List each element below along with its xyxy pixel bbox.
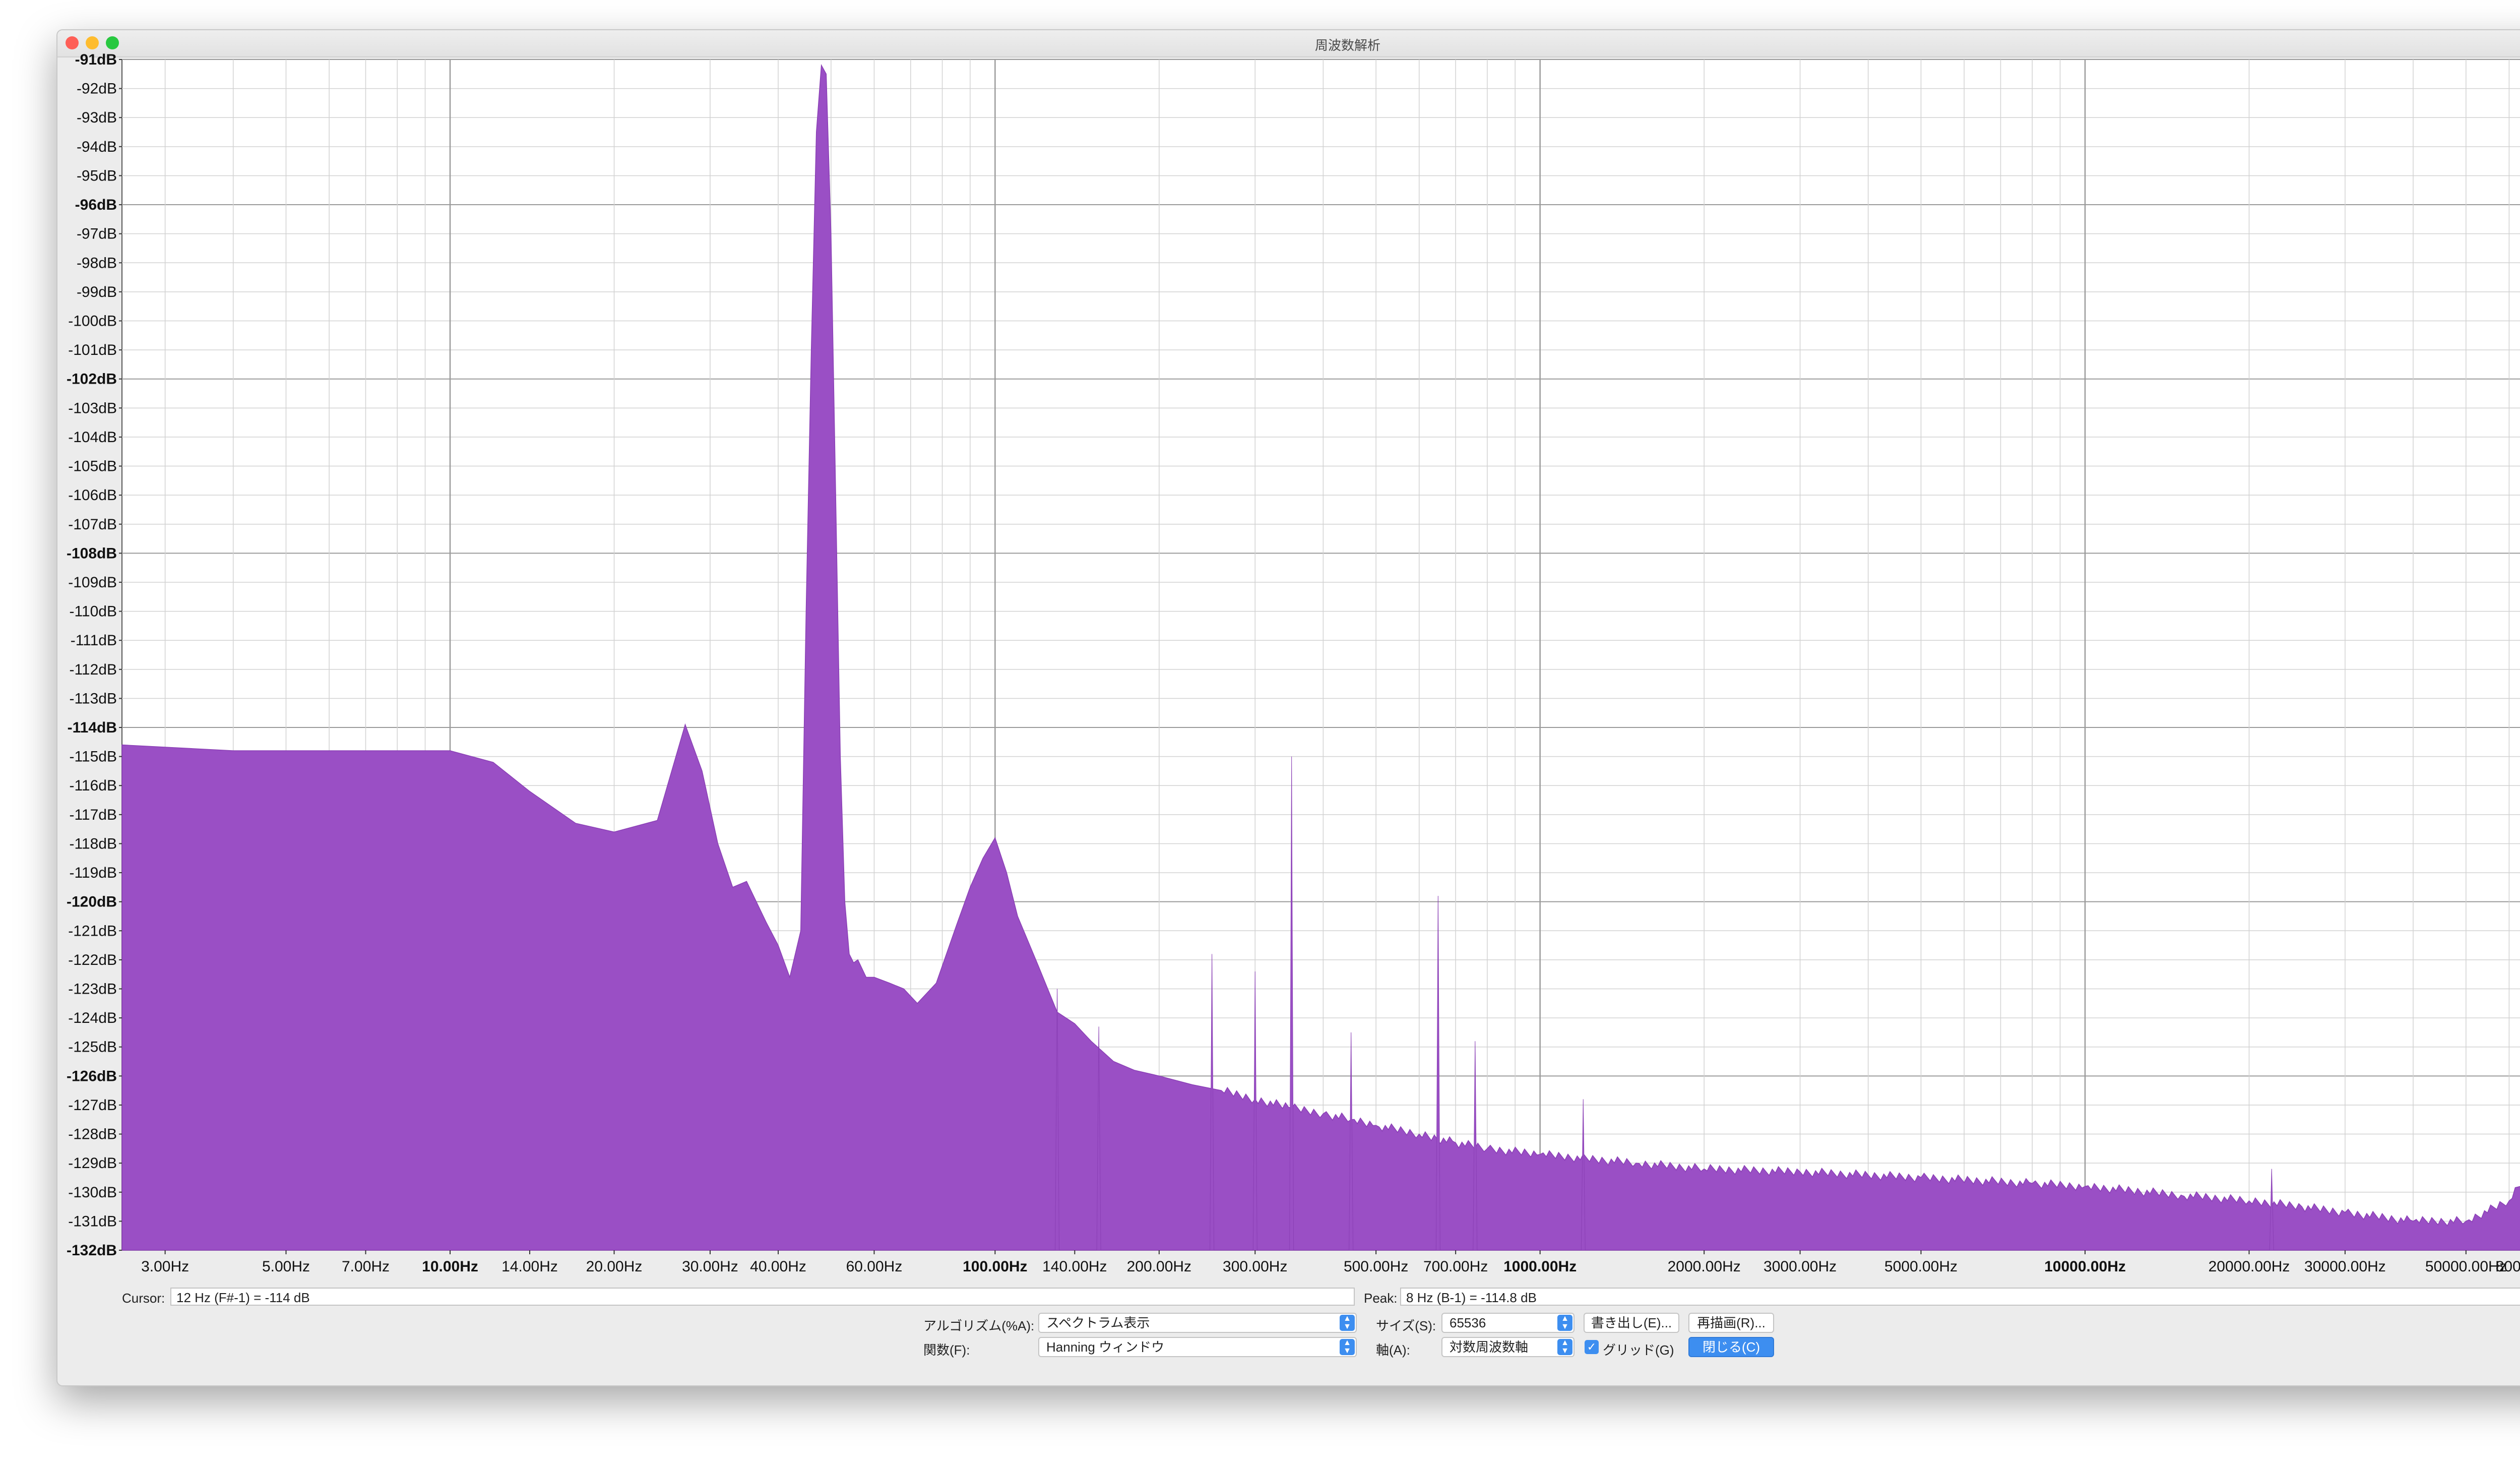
y-tick-label: -128dB <box>68 1126 117 1143</box>
y-tick-label: -122dB <box>68 952 117 968</box>
x-tick-label: 5000.00Hz <box>1884 1258 1958 1275</box>
y-tick-label: -116dB <box>69 777 117 794</box>
peak-label: Peak: <box>1364 1291 1398 1306</box>
function-value: Hanning ウィンドウ <box>1046 1339 1165 1355</box>
x-tick-label: 14.00Hz <box>501 1258 558 1275</box>
size-label: サイズ(S): <box>1376 1318 1436 1333</box>
x-tick-label: 40.00Hz <box>750 1258 806 1275</box>
x-tick-label: 30000.00Hz <box>2304 1258 2386 1275</box>
y-tick-label: -95dB <box>77 167 117 184</box>
y-tick-label: -96dB <box>75 197 117 213</box>
y-tick-label: -97dB <box>77 226 117 242</box>
x-tick-label: 3.00Hz <box>141 1258 189 1275</box>
y-tick-label: -125dB <box>68 1039 117 1056</box>
y-tick-label: -109dB <box>68 574 117 591</box>
x-tick-label: 10000.00Hz <box>2044 1258 2126 1275</box>
y-tick-label: -131dB <box>68 1213 117 1230</box>
y-tick-label: -103dB <box>68 400 117 416</box>
export-button[interactable]: 書き出し(E)... <box>1584 1313 1679 1333</box>
y-tick-label: -93dB <box>77 109 117 126</box>
x-tick-label: 5.00Hz <box>262 1258 310 1275</box>
axis-value: 対数周波数軸 <box>1450 1339 1529 1355</box>
y-tick-label: -92dB <box>77 81 117 97</box>
y-tick-label: -123dB <box>68 981 117 998</box>
algorithm-value: スペクトラム表示 <box>1046 1315 1150 1330</box>
select-arrows-icon: ▲ ▼ <box>1340 1315 1355 1331</box>
y-tick-label: -107dB <box>68 516 117 533</box>
x-tick-label: 2000.00Hz <box>1668 1258 1741 1275</box>
x-tick-label: 80000.00Hz <box>2496 1258 2520 1275</box>
grid-checkbox[interactable]: ✓ <box>1585 1340 1599 1354</box>
peak-readout: 8 Hz (B-1) = -114.8 dB <box>1400 1288 2520 1306</box>
x-tick-label: 20.00Hz <box>586 1258 643 1275</box>
y-tick-label: -127dB <box>68 1097 117 1114</box>
y-tick-label: -100dB <box>68 313 117 329</box>
x-tick-label: 500.00Hz <box>1344 1258 1408 1275</box>
select-arrows-icon: ▲ ▼ <box>1340 1339 1355 1355</box>
y-tick-label: -132dB <box>67 1242 117 1259</box>
y-tick-label: -112dB <box>69 661 117 678</box>
y-tick-label: -126dB <box>67 1068 117 1084</box>
cursor-readout: 12 Hz (F#-1) = -114 dB <box>170 1288 1355 1306</box>
y-tick-label: -101dB <box>68 342 117 358</box>
select-arrows-icon: ▲ ▼ <box>1557 1339 1572 1355</box>
x-tick-label: 3000.00Hz <box>1763 1258 1837 1275</box>
x-tick-label: 60.00Hz <box>846 1258 903 1275</box>
function-select[interactable]: Hanning ウィンドウ ▲ ▼ <box>1038 1337 1357 1357</box>
close-button[interactable]: 閉じる(C) <box>1688 1337 1774 1357</box>
axis-select[interactable]: 対数周波数軸 ▲ ▼ <box>1441 1337 1574 1357</box>
y-tick-label: -99dB <box>77 284 117 300</box>
y-tick-label: -104dB <box>68 429 117 446</box>
y-tick-label: -102dB <box>67 371 117 388</box>
x-tick-label: 10.00Hz <box>422 1258 478 1275</box>
y-tick-label: -118dB <box>69 835 117 852</box>
algorithm-select[interactable]: スペクトラム表示 ▲ ▼ <box>1038 1313 1357 1333</box>
y-tick-label: -124dB <box>68 1010 117 1026</box>
x-tick-label: 1000.00Hz <box>1503 1258 1577 1275</box>
x-tick-label: 50000.00Hz <box>2425 1258 2507 1275</box>
y-tick-label: -117dB <box>69 807 117 823</box>
y-tick-label: -106dB <box>68 487 117 504</box>
x-tick-label: 140.00Hz <box>1042 1258 1107 1275</box>
y-tick-label: -120dB <box>67 894 117 910</box>
grid-label: グリッド(G) <box>1603 1342 1674 1358</box>
spectrum-plot[interactable]: -91dB -92dB -93dB -94dB -95dB -96dB -97dB -98dB… <box>57 30 2520 1306</box>
replot-button[interactable]: 再描画(R)... <box>1688 1313 1774 1333</box>
size-value: 65536 <box>1450 1315 1486 1330</box>
y-tick-label: -129dB <box>68 1155 117 1172</box>
y-tick-label: -130dB <box>68 1184 117 1201</box>
y-tick-label: -110dB <box>69 603 117 620</box>
cursor-label: Cursor: <box>122 1291 165 1306</box>
y-tick-label: -111dB <box>71 632 117 649</box>
x-tick-label: 200.00Hz <box>1127 1258 1191 1275</box>
x-tick-label: 20000.00Hz <box>2209 1258 2290 1275</box>
y-tick-label: -113dB <box>69 690 117 707</box>
x-tick-label: 300.00Hz <box>1223 1258 1287 1275</box>
y-tick-label: -119dB <box>69 865 117 881</box>
function-label: 関数(F): <box>923 1342 970 1358</box>
select-arrows-icon: ▲ ▼ <box>1557 1315 1572 1331</box>
checkmark-icon: ✓ <box>1587 1340 1597 1353</box>
y-tick-label: -121dB <box>68 923 117 939</box>
y-tick-label: -94dB <box>77 139 117 155</box>
y-tick-label: -91dB <box>75 51 117 68</box>
x-tick-label: 7.00Hz <box>342 1258 390 1275</box>
x-tick-label: 30.00Hz <box>682 1258 738 1275</box>
axis-label: 軸(A): <box>1376 1342 1410 1358</box>
y-tick-label: -98dB <box>77 255 117 271</box>
y-tick-label: -114dB <box>68 719 117 736</box>
x-tick-label: 700.00Hz <box>1423 1258 1488 1275</box>
y-tick-label: -115dB <box>69 749 117 765</box>
y-tick-label: -108dB <box>67 545 117 562</box>
algorithm-label: アルゴリズム(%A): <box>923 1318 1035 1333</box>
x-tick-label: 100.00Hz <box>963 1258 1027 1275</box>
frequency-analysis-window: 周波数解析 -91dB -92dB -93dB -94dB -95dB -96dB -97d… <box>56 29 2520 1386</box>
size-select[interactable]: 65536 ▲ ▼ <box>1441 1313 1574 1333</box>
y-tick-label: -105dB <box>68 458 117 475</box>
